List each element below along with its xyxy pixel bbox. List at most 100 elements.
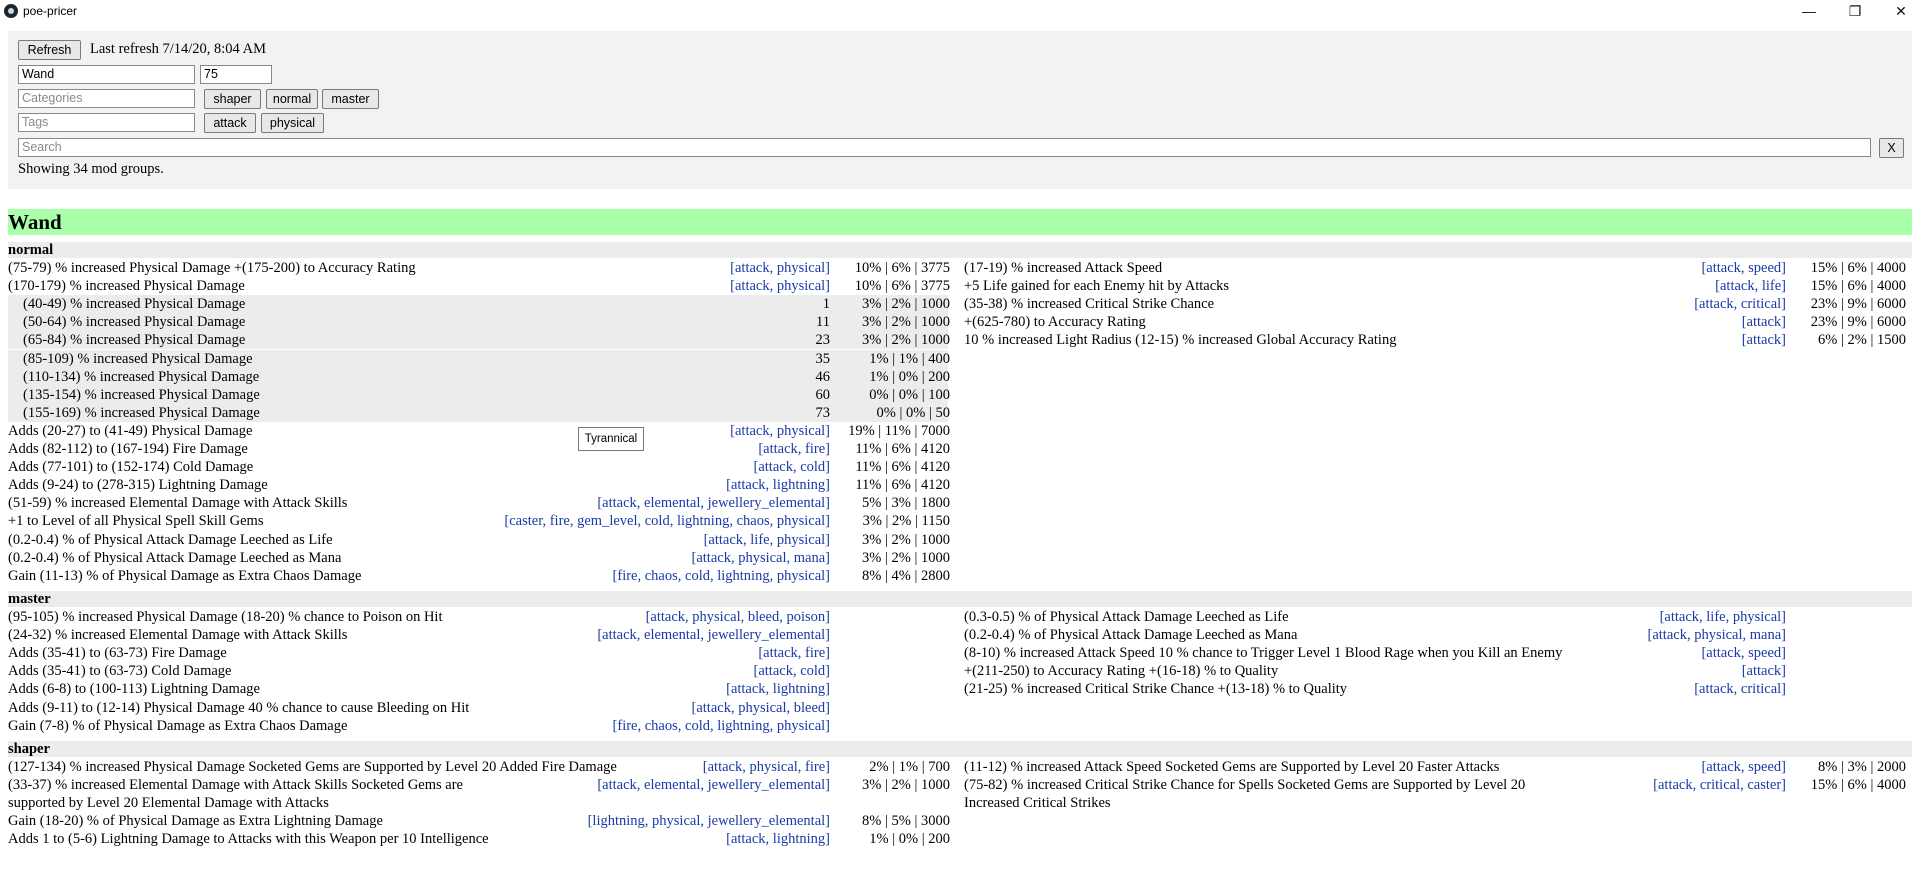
mod-tags: [fire, chaos, cold, lightning, physical]	[612, 568, 830, 584]
mod-row[interactable]: (127-134) % increased Physical Damage So…	[8, 758, 950, 776]
tags-input[interactable]: Tags	[18, 113, 195, 132]
item-level-input[interactable]: 75	[200, 65, 272, 84]
mod-row[interactable]: Adds (77-101) to (152-174) Cold Damage [a…	[8, 458, 950, 476]
mod-tags: [attack, lightning]	[726, 681, 830, 697]
mod-tags: [attack]	[1741, 332, 1786, 348]
mod-tags: [attack, cold]	[753, 459, 831, 475]
mod-tier-row[interactable]: (40-49) % increased Physical Damage 1 3% |…	[8, 295, 950, 314]
mod-tags: [attack, life, physical]	[1659, 609, 1786, 625]
mod-row[interactable]: (51-59) % increased Elemental Damage wit…	[8, 494, 950, 512]
mod-row[interactable]: (0.2-0.4) % of Physical Attack Damage Le…	[964, 626, 1904, 644]
mod-tier-row[interactable]: (155-169) % increased Physical Damage 73 0…	[8, 404, 950, 423]
mod-row[interactable]: (75-79) % increased Physical Damage +(17…	[8, 259, 950, 277]
mod-row[interactable]: +5 Life gained for each Enemy hit by Att…	[964, 277, 1906, 295]
mod-weight-stats: 15% | 6% | 4000	[1810, 278, 1906, 294]
clear-search-button[interactable]: X	[1879, 138, 1904, 158]
mod-tags: [attack, speed]	[1701, 759, 1786, 775]
mod-row[interactable]: Adds (6-8) to (100-113) Lightning Damage…	[8, 680, 948, 698]
mod-text: +1 to Level of all Physical Spell Skill …	[8, 513, 264, 529]
mod-weight-stats: 0% | 0% | 100	[869, 387, 950, 403]
mod-weight-stats: 3% | 2% | 1000	[862, 314, 950, 330]
tag-chip-attack[interactable]: attack	[204, 113, 256, 133]
mod-row[interactable]: Adds (35-41) to (63-73) Fire Damage [atta…	[8, 644, 948, 662]
mod-tier-row[interactable]: (85-109) % increased Physical Damage 35 1%…	[8, 350, 950, 369]
mod-text-continued: Increased Critical Strikes	[964, 795, 1111, 812]
minimize-button[interactable]: —	[1786, 0, 1832, 22]
mod-row[interactable]: (35-38) % increased Critical Strike Chan…	[964, 295, 1906, 313]
mod-row[interactable]: (170-179) % increased Physical Damage [at…	[8, 277, 950, 295]
mod-text: (95-105) % increased Physical Damage (18…	[8, 609, 443, 625]
mod-row[interactable]: Gain (11-13) % of Physical Damage as Ext…	[8, 567, 950, 585]
mod-text: Adds (9-24) to (278-315) Lightning Damag…	[8, 477, 268, 493]
mod-tier-row[interactable]: (110-134) % increased Physical Damage 46 1…	[8, 368, 950, 387]
mod-row[interactable]: Adds 1 to (5-6) Lightning Damage to Atta…	[8, 830, 950, 848]
mod-row[interactable]: (17-19) % increased Attack Speed [attack,…	[964, 259, 1906, 277]
mod-tags: [attack, elemental, jewellery_elemental]	[597, 627, 830, 643]
mod-tier-level: 46	[815, 369, 831, 385]
mod-row[interactable]: (0.3-0.5) % of Physical Attack Damage Le…	[964, 608, 1904, 626]
mod-text: +5 Life gained for each Enemy hit by Att…	[964, 278, 1230, 294]
mod-tags: [attack, critical]	[1694, 296, 1786, 312]
mod-text: (11-12) % increased Attack Speed Sockete…	[964, 759, 1500, 775]
mod-tags: [attack, physical]	[730, 260, 830, 276]
mod-row[interactable]: +(625-780) to Accuracy Rating [attack] 23%…	[964, 313, 1906, 331]
mod-weight-stats: 19% | 11% | 7000	[848, 423, 950, 439]
maximize-button[interactable]: ❐	[1832, 0, 1878, 22]
mod-weight-stats: 3% | 2% | 1000	[862, 332, 950, 348]
mod-tags: [attack, fire]	[758, 441, 830, 457]
result-summary: Showing 34 mod groups.	[18, 161, 164, 177]
close-button[interactable]: ✕	[1878, 0, 1920, 22]
mod-text: Adds (82-112) to (167-194) Fire Damage	[8, 441, 248, 457]
mod-row[interactable]: (24-32) % increased Elemental Damage wit…	[8, 626, 948, 644]
mod-tier-row[interactable]: (65-84) % increased Physical Damage 23 3% …	[8, 331, 950, 350]
mod-text: (21-25) % increased Critical Strike Chan…	[964, 681, 1348, 697]
mod-row[interactable]: 10 % increased Light Radius (12-15) % in…	[964, 331, 1906, 349]
mod-weight-stats: 5% | 3% | 1800	[862, 495, 950, 511]
mod-tier-row[interactable]: (50-64) % increased Physical Damage 11 3% …	[8, 313, 950, 332]
mod-row[interactable]: Adds (35-41) to (63-73) Cold Damage [atta…	[8, 662, 948, 680]
mod-weight-stats: 11% | 6% | 4120	[855, 477, 950, 493]
mod-row[interactable]: Adds (20-27) to (41-49) Physical Damage […	[8, 422, 950, 440]
mod-text: Adds (20-27) to (41-49) Physical Damage	[8, 423, 253, 439]
category-chip-master[interactable]: master	[322, 89, 379, 109]
mod-row[interactable]: Adds (9-24) to (278-315) Lightning Damag…	[8, 476, 950, 494]
mod-row[interactable]: (8-10) % increased Attack Speed 10 % cha…	[964, 644, 1904, 662]
mod-row[interactable]: (21-25) % increased Critical Strike Chan…	[964, 680, 1904, 698]
category-chip-normal[interactable]: normal	[266, 89, 318, 109]
categories-input[interactable]: Categories	[18, 89, 195, 108]
mod-row[interactable]: Adds (82-112) to (167-194) Fire Damage [a…	[8, 440, 950, 458]
mod-weight-stats: 8% | 4% | 2800	[862, 568, 950, 584]
mod-row[interactable]: (75-82) % increased Critical Strike Chan…	[964, 776, 1906, 812]
mod-row[interactable]: +1 to Level of all Physical Spell Skill …	[8, 512, 950, 530]
mod-row[interactable]: Gain (18-20) % of Physical Damage as Ext…	[8, 812, 950, 830]
mod-tags: [attack, fire]	[758, 645, 830, 661]
mod-row[interactable]: (95-105) % increased Physical Damage (18…	[8, 608, 948, 626]
mod-text: (0.2-0.4) % of Physical Attack Damage Le…	[964, 627, 1298, 643]
app-logo-icon	[4, 4, 18, 18]
mod-text: (0.2-0.4) % of Physical Attack Damage Le…	[8, 550, 342, 566]
search-input[interactable]: Search	[18, 138, 1871, 157]
mod-weight-stats: 23% | 9% | 6000	[1810, 314, 1906, 330]
mod-text: Gain (7-8) % of Physical Damage as Extra…	[8, 718, 348, 734]
mod-tags: [fire, chaos, cold, lightning, physical]	[612, 718, 830, 734]
mod-row[interactable]: (33-37) % increased Elemental Damage wit…	[8, 776, 950, 812]
mod-text: Adds (35-41) to (63-73) Cold Damage	[8, 663, 232, 679]
mod-tags: [attack, physical, bleed]	[691, 700, 831, 716]
mod-tier-row[interactable]: (135-154) % increased Physical Damage 60 0…	[8, 386, 950, 405]
tier-tooltip: Tyrannical	[578, 427, 644, 451]
mod-tags: [attack, speed]	[1701, 645, 1786, 661]
mod-row[interactable]: (11-12) % increased Attack Speed Sockete…	[964, 758, 1906, 776]
category-chip-shaper[interactable]: shaper	[204, 89, 261, 109]
item-header: Wand	[8, 209, 1912, 235]
mod-row[interactable]: (0.2-0.4) % of Physical Attack Damage Le…	[8, 549, 950, 567]
item-type-input[interactable]: Wand	[18, 65, 195, 84]
mod-row[interactable]: Gain (7-8) % of Physical Damage as Extra…	[8, 717, 948, 735]
tag-chip-physical[interactable]: physical	[261, 113, 324, 133]
refresh-button[interactable]: Refresh	[18, 40, 81, 60]
mod-row[interactable]: (0.2-0.4) % of Physical Attack Damage Le…	[8, 531, 950, 549]
mod-row[interactable]: Adds (9-11) to (12-14) Physical Damage 4…	[8, 699, 948, 717]
mod-tier-level: 23	[815, 332, 831, 348]
mod-text: (0.3-0.5) % of Physical Attack Damage Le…	[964, 609, 1289, 625]
mod-row[interactable]: +(211-250) to Accuracy Rating +(16-18) %…	[964, 662, 1904, 680]
mod-tags: [attack, cold]	[753, 663, 831, 679]
